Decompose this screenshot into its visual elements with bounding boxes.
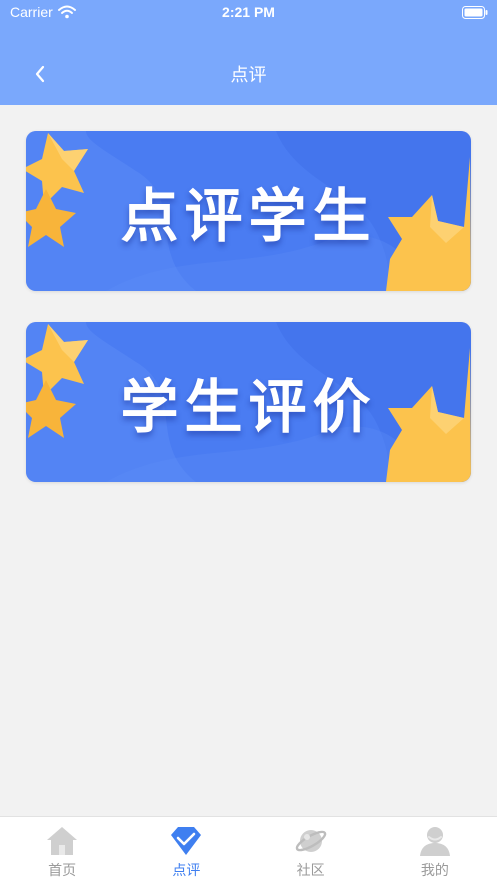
tab-label: 我的 bbox=[420, 863, 449, 879]
nav-bar: 点评 bbox=[0, 44, 497, 104]
tab-bar: 首页 点评 社区 我的 bbox=[0, 816, 497, 883]
banner-title: 点评学生 bbox=[120, 182, 377, 250]
tab-label: 点评 bbox=[172, 863, 201, 879]
status-time: 2:21 PM bbox=[222, 4, 275, 20]
home-icon bbox=[47, 827, 78, 855]
tab-label: 首页 bbox=[48, 863, 77, 879]
header: Carrier 2:21 PM 点评 bbox=[0, 0, 497, 105]
check-badge-icon bbox=[171, 827, 202, 855]
planet-icon bbox=[295, 830, 326, 852]
tab-community[interactable]: 社区 bbox=[249, 817, 373, 883]
tab-review[interactable]: 点评 bbox=[124, 817, 248, 883]
status-bar: Carrier 2:21 PM bbox=[0, 0, 497, 26]
banner-title: 学生评价 bbox=[120, 373, 377, 441]
tab-label: 社区 bbox=[296, 863, 325, 879]
student-evaluation-banner[interactable]: 学生评价 bbox=[26, 322, 471, 482]
tab-home[interactable]: 首页 bbox=[0, 817, 124, 883]
page-title: 点评 bbox=[230, 65, 267, 86]
tab-profile[interactable]: 我的 bbox=[373, 817, 497, 883]
review-students-banner[interactable]: 点评学生 bbox=[26, 131, 471, 291]
battery-icon bbox=[462, 6, 488, 19]
user-icon bbox=[419, 827, 450, 856]
